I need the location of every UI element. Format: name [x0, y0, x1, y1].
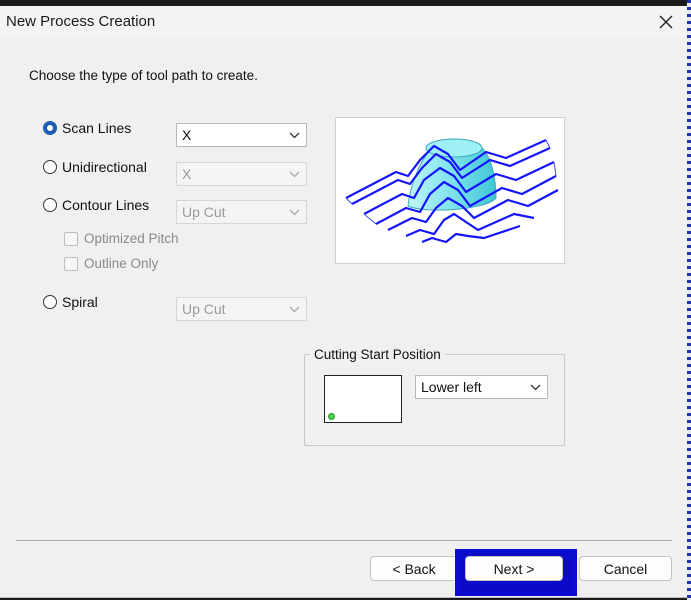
chevron-down-icon — [530, 384, 541, 390]
radio-contour-lines[interactable]: Contour Lines — [43, 197, 149, 213]
next-button[interactable]: Next > — [465, 556, 563, 581]
checkbox-indicator-optimized-pitch — [64, 231, 78, 246]
scan-lines-direction-value: X — [182, 127, 192, 143]
checkbox-label-optimized-pitch: Optimized Pitch — [84, 231, 179, 246]
toolpath-preview-image — [335, 117, 565, 264]
radio-label-spiral: Spiral — [62, 294, 98, 310]
unidirectional-direction-select: X — [176, 162, 307, 186]
cancel-button[interactable]: Cancel — [579, 556, 672, 581]
chevron-down-icon — [289, 209, 300, 215]
radio-label-unidirectional: Unidirectional — [62, 159, 147, 175]
unidirectional-direction-value: X — [182, 166, 192, 182]
spiral-cut-value: Up Cut — [182, 301, 226, 317]
radio-label-contour-lines: Contour Lines — [62, 197, 150, 213]
radio-indicator-spiral — [43, 295, 57, 309]
checkbox-indicator-outline-only — [64, 256, 78, 271]
start-position-marker — [328, 413, 335, 420]
chevron-down-icon — [289, 306, 300, 312]
close-button[interactable] — [650, 9, 682, 35]
chevron-down-icon — [289, 132, 300, 138]
cutting-start-diagram — [324, 375, 402, 423]
contour-lines-cut-value: Up Cut — [182, 204, 226, 220]
radio-spiral[interactable]: Spiral — [43, 294, 98, 310]
desktop-background-edge — [687, 0, 691, 600]
contour-lines-cut-select: Up Cut — [176, 200, 307, 224]
chevron-down-icon — [289, 171, 300, 177]
back-button[interactable]: < Back — [370, 556, 458, 581]
cutting-start-select[interactable]: Lower left — [415, 375, 548, 399]
radio-indicator-contour-lines — [43, 198, 57, 212]
toolpath-preview-illustration — [345, 138, 559, 244]
spiral-cut-select: Up Cut — [176, 297, 307, 321]
close-icon — [659, 15, 673, 29]
cutting-start-label: Cutting Start Position — [310, 347, 445, 362]
scan-lines-direction-select[interactable]: X — [176, 123, 307, 147]
checkbox-label-outline-only: Outline Only — [84, 256, 159, 271]
cutting-start-value: Lower left — [421, 379, 482, 395]
radio-scan-lines[interactable]: Scan Lines — [43, 120, 131, 136]
checkbox-optimized-pitch: Optimized Pitch — [64, 231, 179, 246]
radio-indicator-scan-lines — [43, 121, 57, 135]
footer-separator — [16, 540, 672, 541]
instruction-text: Choose the type of tool path to create. — [29, 68, 258, 83]
new-process-dialog: New Process Creation Choose the type of … — [0, 6, 687, 598]
radio-indicator-unidirectional — [43, 160, 57, 174]
checkbox-outline-only: Outline Only — [64, 256, 158, 271]
radio-label-scan-lines: Scan Lines — [62, 120, 132, 136]
radio-unidirectional[interactable]: Unidirectional — [43, 159, 147, 175]
title-bar: New Process Creation — [0, 6, 687, 37]
window-title: New Process Creation — [6, 13, 156, 30]
